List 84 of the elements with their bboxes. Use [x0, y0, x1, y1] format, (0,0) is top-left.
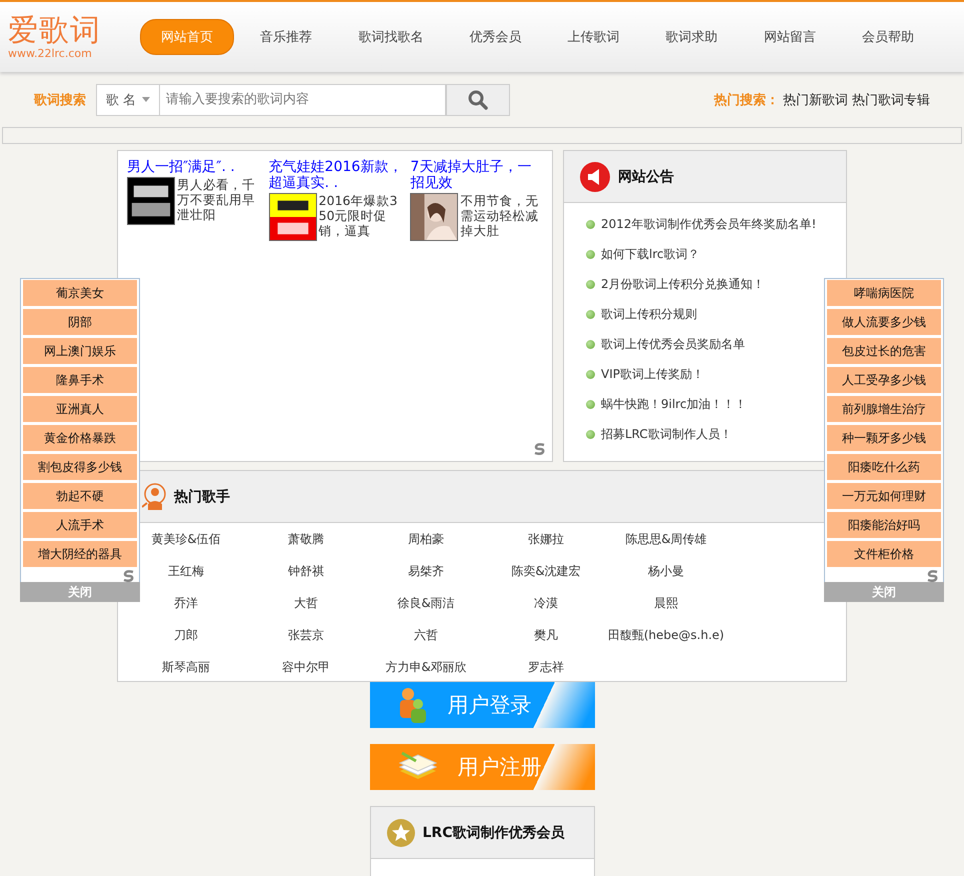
panel-title: 网站公告: [618, 168, 674, 186]
ad-link[interactable]: 黄金价格暴跌: [23, 425, 137, 451]
singer-link[interactable]: 张芸京: [288, 619, 324, 651]
ad-link[interactable]: 葡京美女: [23, 280, 137, 306]
singer-link[interactable]: 田馥甄(hebe@s.h.e): [608, 619, 724, 651]
ad-link[interactable]: 勃起不硬: [23, 483, 137, 509]
ad-link[interactable]: 包皮过长的危害: [827, 338, 941, 364]
ad-text: 男人必看，千万不要乱用早泄壮阳: [177, 177, 256, 222]
search-icon: [468, 90, 488, 110]
ad-title[interactable]: 充气娃娃2016新款，超逼真实. .: [268, 159, 402, 191]
ad-link[interactable]: 网上澳门娱乐: [23, 338, 137, 364]
singer-link[interactable]: 大哲: [294, 587, 318, 619]
singer-link[interactable]: 易桀齐: [408, 555, 444, 587]
ad-text: 不用节食，无需运动轻松减掉大肚: [460, 193, 540, 238]
singer-link[interactable]: 晨熙: [654, 587, 678, 619]
singer-link[interactable]: 刀郎: [174, 619, 198, 651]
search-field[interactable]: 请输入要搜索的歌词内容: [160, 84, 446, 116]
singer-link[interactable]: 黄美珍&伍佰: [151, 523, 221, 555]
singer-link[interactable]: 杨小曼: [648, 555, 684, 587]
hot-search-link[interactable]: 热门歌词专辑: [852, 90, 930, 108]
nav-tab[interactable]: 优秀会员: [449, 20, 542, 54]
notice-link[interactable]: 2月份歌词上传积分兑换通知！: [586, 269, 765, 299]
singer-link[interactable]: 斯琴高丽: [162, 651, 210, 683]
caret-icon: [142, 97, 150, 102]
speaker-icon: [580, 162, 610, 192]
panel-title: 热门歌手: [174, 488, 230, 506]
singer-link[interactable]: 冷漠: [534, 587, 558, 619]
search-type-select[interactable]: 歌 名: [96, 84, 160, 116]
notice-link[interactable]: 歌词上传优秀会员奖励名单: [586, 329, 745, 359]
singer-link[interactable]: 王红梅: [168, 555, 204, 587]
panel-title: LRC歌词制作优秀会员: [422, 824, 564, 842]
singer-link[interactable]: 六哲: [414, 619, 438, 651]
notice-link[interactable]: 2012年歌词制作优秀会员年终奖励名单!: [586, 209, 816, 239]
logo-url: www.22lrc.com: [8, 46, 93, 60]
nav-tab[interactable]: 会员帮助: [842, 20, 934, 54]
ad-link[interactable]: 割包皮得多少钱: [23, 454, 137, 480]
ad-link[interactable]: 阴部: [23, 309, 137, 335]
hot-search-link[interactable]: 热门新歌词: [783, 90, 848, 108]
singer-link[interactable]: 方力申&邓丽欣: [385, 651, 467, 683]
nav-tab[interactable]: 音乐推荐: [240, 20, 332, 54]
notice-link[interactable]: 歌词上传积分规则: [586, 299, 697, 329]
ad-link[interactable]: 前列腺增生治疗: [827, 396, 941, 422]
nav-tab[interactable]: 网站留言: [744, 20, 836, 54]
notice-link[interactable]: 招募LRC歌词制作人员！: [586, 419, 732, 449]
hot-search-label: 热门搜索：: [714, 92, 779, 108]
singer-link[interactable]: 陈思思&周传雄: [625, 523, 707, 555]
users-icon: [398, 687, 428, 723]
singer-link[interactable]: 容中尔甲: [282, 651, 330, 683]
ad-link[interactable]: 人流手术: [23, 512, 137, 538]
singer-link[interactable]: 陈奕&沈建宏: [511, 555, 581, 587]
singer-link[interactable]: 乔洋: [174, 587, 198, 619]
singer-link[interactable]: 周柏豪: [408, 523, 444, 555]
singer-link[interactable]: 张娜拉: [528, 523, 564, 555]
logo-icon: [122, 569, 135, 582]
singer-link[interactable]: 钟舒祺: [288, 555, 324, 587]
notice-link[interactable]: VIP歌词上传奖励！: [586, 359, 704, 389]
person-icon: [142, 482, 166, 510]
search-button[interactable]: [446, 84, 510, 116]
ad-link[interactable]: 隆鼻手术: [23, 367, 137, 393]
ad-link[interactable]: 一万元如何理财: [827, 483, 941, 509]
ad-link[interactable]: 阳痿能治好吗: [827, 512, 941, 538]
singer-link[interactable]: 罗志祥: [528, 651, 564, 683]
logo-icon: [926, 569, 939, 582]
nav-tab[interactable]: 上传歌词: [548, 20, 640, 54]
notice-link[interactable]: 蜗牛快跑！9ilrc加油！！！: [586, 389, 747, 419]
notice-link[interactable]: 如何下载lrc歌词？: [586, 239, 700, 269]
ad-title[interactable]: 7天减掉大肚子，一招见效: [410, 159, 544, 191]
ad-link[interactable]: 做人流要多少钱: [827, 309, 941, 335]
ad-link[interactable]: 阳痿吃什么药: [827, 454, 941, 480]
singer-link[interactable]: 樊凡: [534, 619, 558, 651]
singer-link[interactable]: 萧敬腾: [288, 523, 324, 555]
nav-tab[interactable]: 歌词求助: [646, 20, 738, 54]
ad-text: 2016年爆款350元限时促销，逼真: [318, 193, 398, 238]
ad-link[interactable]: 亚洲真人: [23, 396, 137, 422]
ad-link[interactable]: 种一颗牙多少钱: [827, 425, 941, 451]
nav-tab[interactable]: 歌词找歌名: [338, 20, 444, 54]
logo-icon: [533, 442, 546, 455]
search-label: 歌词搜索: [34, 92, 86, 108]
ad-link[interactable]: 文件柜价格: [827, 541, 941, 567]
ad-link[interactable]: 增大阴经的器具: [23, 541, 137, 567]
ad-title[interactable]: 男人一招″满足″. .: [127, 159, 261, 175]
ad-link[interactable]: 人工受孕多少钱: [827, 367, 941, 393]
singer-link[interactable]: 徐良&雨洁: [397, 587, 455, 619]
ad-link[interactable]: 哮喘病医院: [827, 280, 941, 306]
